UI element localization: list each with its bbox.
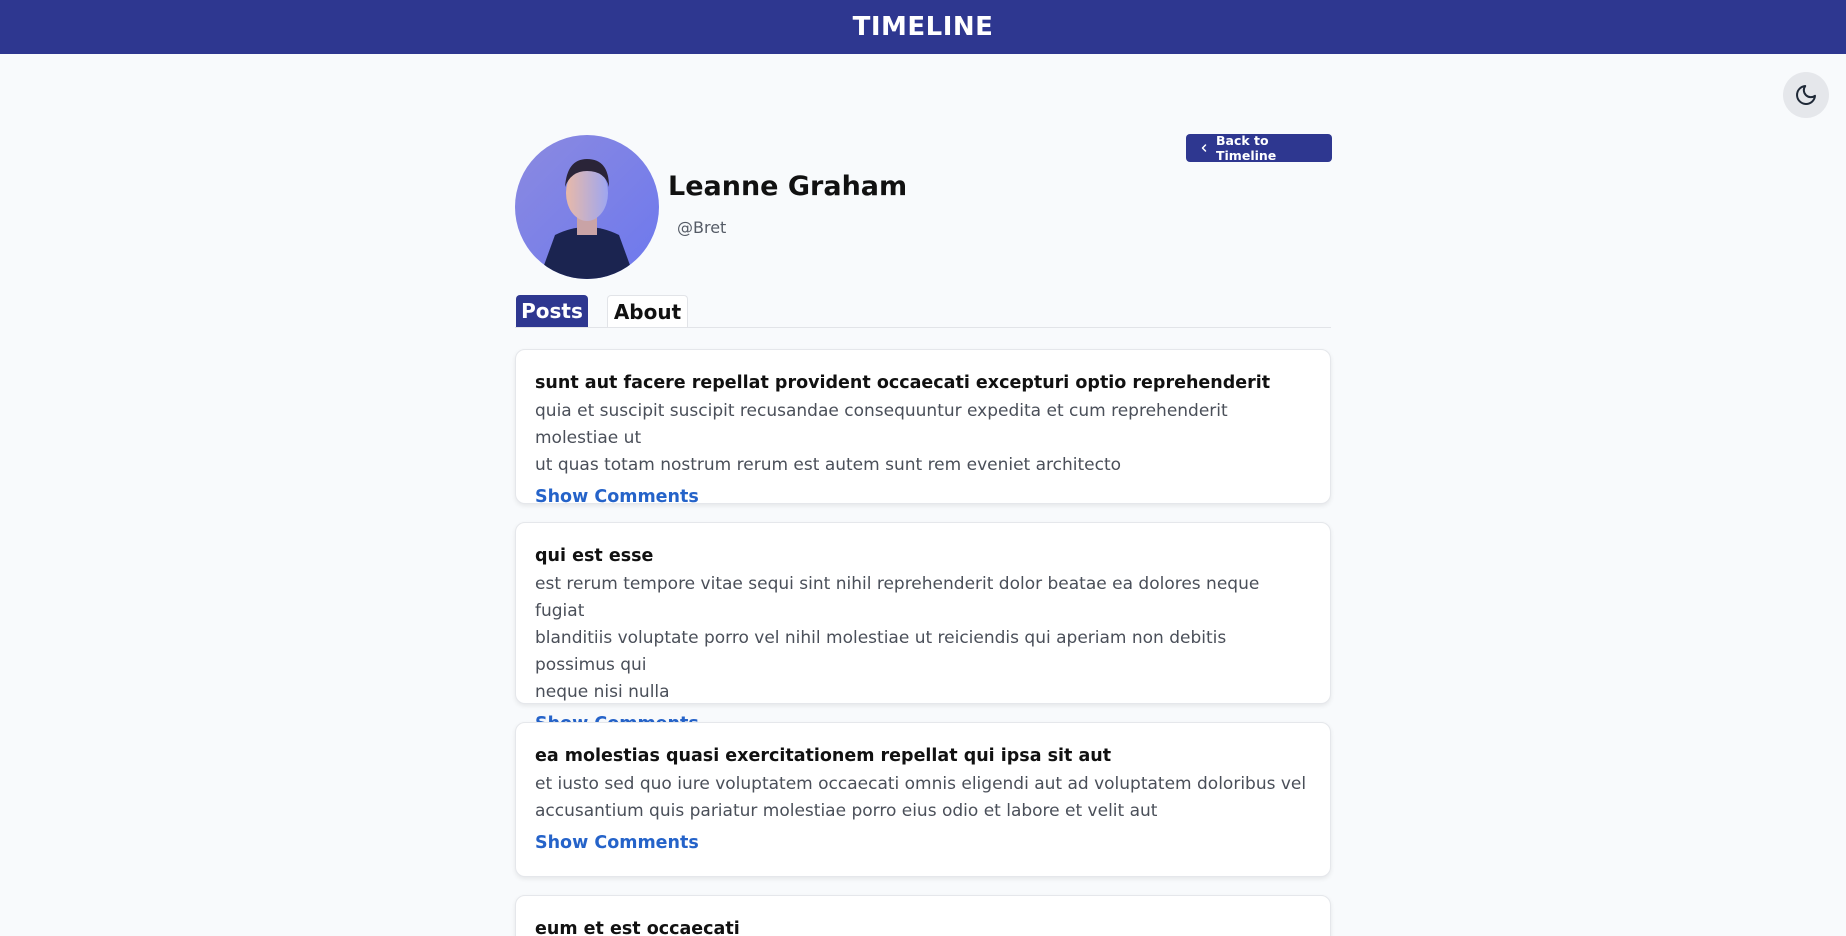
post-card: sunt aut facere repellat provident occae… bbox=[515, 349, 1331, 507]
tab-about[interactable]: About bbox=[607, 295, 688, 327]
app-title: TIMELINE bbox=[852, 12, 994, 42]
app-header: TIMELINE bbox=[0, 0, 1846, 54]
profile-name: Leanne Graham bbox=[668, 171, 908, 202]
profile-header: Leanne Graham @Bret Back to Timeline bbox=[515, 133, 1332, 280]
post-card: qui est esse est rerum tempore vitae seq… bbox=[515, 522, 1331, 734]
post-body: est rerum tempore vitae sequi sint nihil… bbox=[535, 574, 1260, 702]
post-body: quia et suscipit suscipit recusandae con… bbox=[535, 401, 1228, 475]
post-card: ea molestias quasi exercitationem repell… bbox=[515, 722, 1331, 877]
post-title: ea molestias quasi exercitationem repell… bbox=[535, 746, 1112, 766]
back-to-timeline-button[interactable]: Back to Timeline bbox=[1186, 133, 1332, 163]
chevron-left-icon bbox=[1198, 142, 1210, 154]
post-title: eum et est occaecati bbox=[535, 919, 740, 936]
theme-toggle-button[interactable] bbox=[1783, 72, 1829, 118]
post-title: sunt aut facere repellat provident occae… bbox=[535, 373, 1271, 393]
post-body: et iusto sed quo iure voluptatem occaeca… bbox=[535, 774, 1307, 821]
show-comments-link[interactable]: Show Comments bbox=[535, 833, 699, 853]
moon-icon bbox=[1796, 85, 1816, 105]
show-comments-link[interactable]: Show Comments bbox=[535, 487, 699, 507]
post-title: qui est esse bbox=[535, 546, 654, 566]
post-card: eum et est occaecati bbox=[515, 895, 1331, 936]
tab-posts[interactable]: Posts bbox=[516, 295, 588, 327]
profile-tabs: Posts About bbox=[515, 280, 1331, 328]
avatar bbox=[515, 135, 659, 279]
avatar-photo bbox=[515, 135, 659, 279]
profile-handle: @Bret bbox=[677, 218, 727, 237]
profile-container: Leanne Graham @Bret Back to Timeline Pos… bbox=[515, 133, 1332, 936]
back-button-label: Back to Timeline bbox=[1216, 133, 1277, 163]
